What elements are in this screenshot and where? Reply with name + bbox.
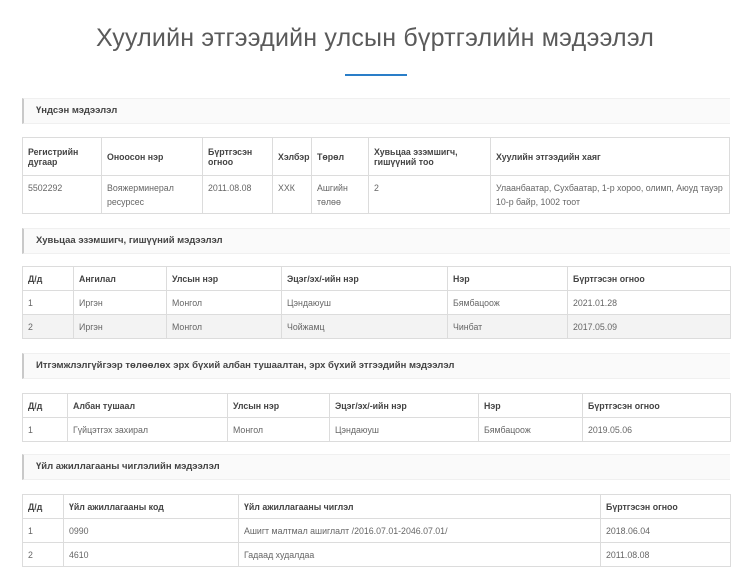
country: Монгол <box>166 290 282 315</box>
shareholder-count: 2 <box>368 175 491 214</box>
activity-code: 4610 <box>63 542 239 567</box>
column-header: Регистрийн дугаар <box>22 137 102 176</box>
given-name: Бямбацоож <box>478 417 583 442</box>
section-heading-activities: Үйл ажиллагааны чиглэлийн мэдээлэл <box>22 454 730 480</box>
registered-date: 2011.08.08 <box>600 542 731 567</box>
country: Монгол <box>166 314 282 339</box>
registry-number: 5502292 <box>22 175 102 214</box>
row-index: 1 <box>22 290 74 315</box>
parent-name: Чойжамц <box>281 314 448 339</box>
basic-info-table: Регистрийн дугаар Оноосон нэр Бүртгэсэн … <box>22 137 730 214</box>
column-header: Бүртгэсэн огноо <box>567 266 731 291</box>
column-header: Эцэг/эх/-ийн нэр <box>281 266 448 291</box>
row-index: 2 <box>22 314 74 339</box>
given-name: Чинбат <box>447 314 568 339</box>
column-header: Д/д <box>22 393 68 418</box>
activity-description: Гадаад худалдаа <box>238 542 601 567</box>
position: Гүйцэтгэх захирал <box>67 417 228 442</box>
column-header: Хэлбэр <box>272 137 312 176</box>
column-header: Нэр <box>478 393 583 418</box>
table-header-row: Д/д Үйл ажиллагааны код Үйл ажиллагааны … <box>22 494 731 519</box>
table-header-row: Д/д Албан тушаал Улсын нэр Эцэг/эх/-ийн … <box>22 393 731 418</box>
category: Иргэн <box>73 314 167 339</box>
table-row: 5502292 Вояжерминерал ресурсес 2011.08.0… <box>22 175 730 214</box>
column-header: Бүртгэсэн огноо <box>600 494 731 519</box>
row-index: 1 <box>22 417 68 442</box>
column-header: Хувьцаа эзэмшигч, гишүүний тоо <box>368 137 491 176</box>
column-header: Ангилал <box>73 266 167 291</box>
company-form: ХХК <box>272 175 312 214</box>
given-name: Бямбацоож <box>447 290 568 315</box>
column-header: Д/д <box>22 494 64 519</box>
section-heading-basic-info: Үндсэн мэдээлэл <box>22 98 730 124</box>
company-name: Вояжерминерал ресурсес <box>101 175 203 214</box>
company-address: Улаанбаатар, Сухбаатар, 1-р хороо, олимп… <box>490 175 730 214</box>
section-heading-officials: Итгэмжлэлгүйгээр төлөөлөх эрх бүхий алба… <box>22 353 730 379</box>
company-type: Ашгийн төлөө <box>311 175 369 214</box>
column-header: Бүртгэсэн огноо <box>582 393 731 418</box>
activities-table: Д/д Үйл ажиллагааны код Үйл ажиллагааны … <box>22 494 731 567</box>
column-header: Улсын нэр <box>227 393 330 418</box>
registered-date: 2011.08.08 <box>202 175 273 214</box>
column-header: Эцэг/эх/-ийн нэр <box>329 393 479 418</box>
column-header: Хуулийн этгээдийн хаяг <box>490 137 730 176</box>
section-heading-shareholders: Хувьцаа эзэмшигч, гишүүний мэдээлэл <box>22 228 730 254</box>
column-header: Оноосон нэр <box>101 137 203 176</box>
table-row: 1 Иргэн Монгол Цэндаюуш Бямбацоож 2021.0… <box>22 290 731 315</box>
table-row: 1 0990 Ашигт малтмал ашиглалт /2016.07.0… <box>22 518 731 543</box>
page-title: Хуулийн этгээдийн улсын бүртгэлийн мэдээ… <box>95 24 655 52</box>
column-header: Д/д <box>22 266 74 291</box>
activity-code: 0990 <box>63 518 239 543</box>
registered-date: 2021.01.28 <box>567 290 731 315</box>
column-header: Төрөл <box>311 137 369 176</box>
column-header: Нэр <box>447 266 568 291</box>
column-header: Албан тушаал <box>67 393 228 418</box>
column-header: Үйл ажиллагааны код <box>63 494 239 519</box>
category: Иргэн <box>73 290 167 315</box>
table-row: 1 Гүйцэтгэх захирал Монгол Цэндаюуш Бямб… <box>22 417 731 442</box>
column-header: Бүртгэсэн огноо <box>202 137 273 176</box>
parent-name: Цэндаюуш <box>329 417 479 442</box>
table-header-row: Регистрийн дугаар Оноосон нэр Бүртгэсэн … <box>22 137 730 176</box>
table-header-row: Д/д Ангилал Улсын нэр Эцэг/эх/-ийн нэр Н… <box>22 266 731 291</box>
column-header: Үйл ажиллагааны чиглэл <box>238 494 601 519</box>
column-header: Улсын нэр <box>166 266 282 291</box>
activity-description: Ашигт малтмал ашиглалт /2016.07.01-2046.… <box>238 518 601 543</box>
officials-table: Д/д Албан тушаал Улсын нэр Эцэг/эх/-ийн … <box>22 393 731 442</box>
table-row: 2 Иргэн Монгол Чойжамц Чинбат 2017.05.09 <box>22 314 731 339</box>
title-underline <box>345 74 407 76</box>
parent-name: Цэндаюуш <box>281 290 448 315</box>
table-row: 2 4610 Гадаад худалдаа 2011.08.08 <box>22 542 731 567</box>
registered-date: 2019.05.06 <box>582 417 731 442</box>
row-index: 2 <box>22 542 64 567</box>
registered-date: 2017.05.09 <box>567 314 731 339</box>
row-index: 1 <box>22 518 64 543</box>
registered-date: 2018.06.04 <box>600 518 731 543</box>
country: Монгол <box>227 417 330 442</box>
shareholders-table: Д/д Ангилал Улсын нэр Эцэг/эх/-ийн нэр Н… <box>22 266 731 339</box>
